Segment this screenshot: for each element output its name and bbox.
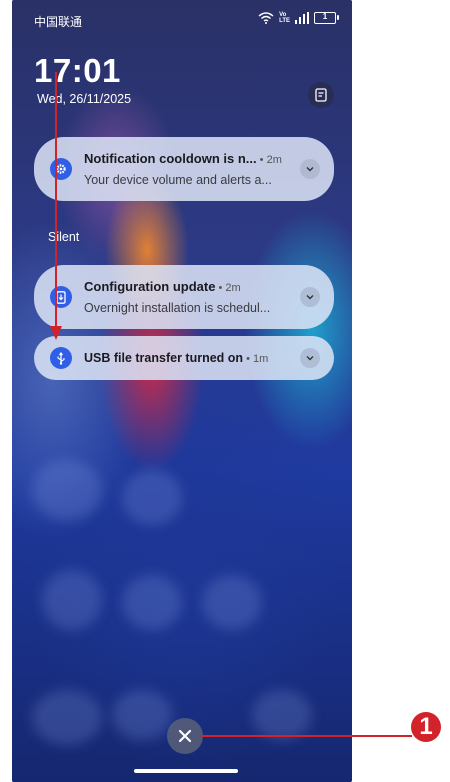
annotation-swipe-arrow [50, 72, 62, 340]
annotation-callout: 1 [411, 712, 441, 742]
annotation-leader-line [202, 735, 412, 737]
